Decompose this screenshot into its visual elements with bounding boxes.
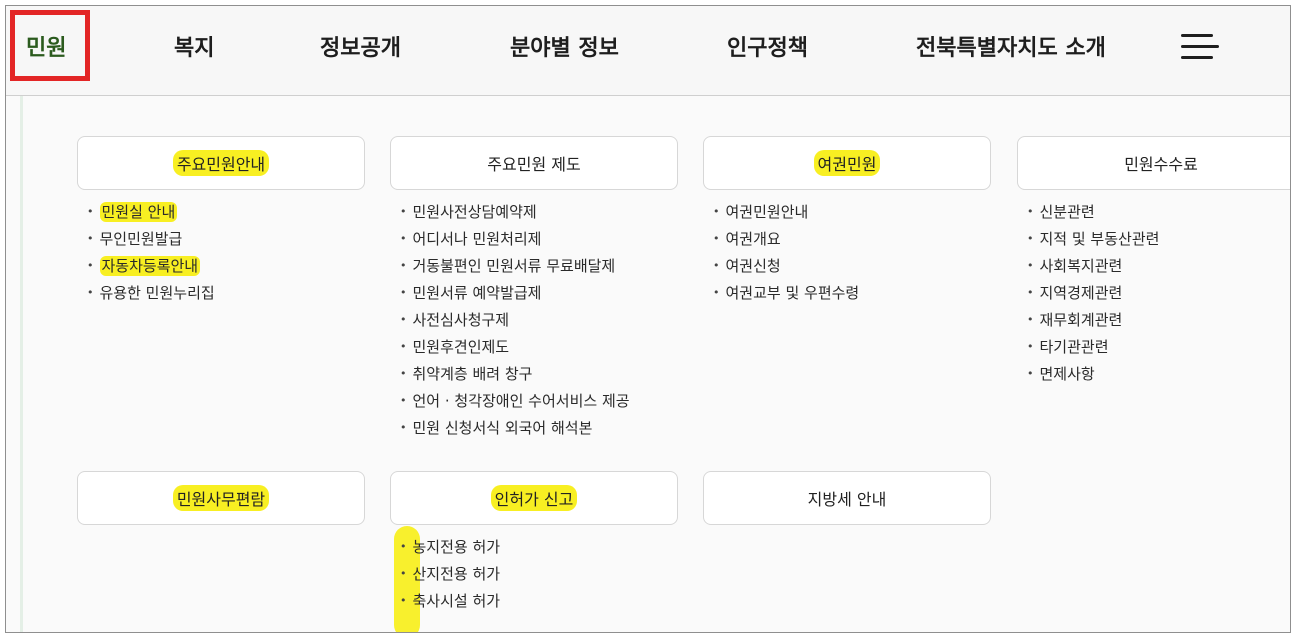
list-permits-reports: 농지전용 허가 산지전용 허가 축사시설 허가	[400, 533, 501, 614]
category-title: 주요민원안내	[172, 150, 270, 176]
list-item[interactable]: 농지전용 허가	[400, 533, 501, 560]
mega-menu-panel: 주요민원안내 주요민원 제도 여권민원 민원수수료 민원실 안내 무인민원발급 …	[6, 96, 1290, 632]
list-item[interactable]: 지적 및 부동산관련	[1027, 225, 1160, 252]
category-permits-reports[interactable]: 인허가 신고	[390, 471, 678, 525]
list-item[interactable]: 여권개요	[713, 225, 859, 252]
list-item[interactable]: 언어 · 청각장애인 수어서비스 제공	[400, 387, 630, 414]
list-major-civil-guide: 민원실 안내 무인민원발급 자동차등록안내 유용한 민원누리집	[87, 198, 215, 306]
list-item[interactable]: 어디서나 민원처리제	[400, 225, 630, 252]
list-item[interactable]: 민원후견인제도	[400, 333, 630, 360]
category-title: 여권민원	[813, 150, 881, 176]
nav-item-population-policy[interactable]: 인구정책	[727, 30, 808, 62]
nav-item-welfare[interactable]: 복지	[174, 30, 214, 62]
list-item[interactable]: 민원사전상담예약제	[400, 198, 630, 225]
list-item[interactable]: 산지전용 허가	[400, 560, 501, 587]
list-item[interactable]: 지역경제관련	[1027, 279, 1159, 306]
category-title: 지방세 안내	[807, 490, 887, 509]
category-civil-fees[interactable]: 민원수수료	[1017, 136, 1290, 190]
panel-left-border	[20, 96, 23, 632]
list-item[interactable]: 타기관관련	[1027, 333, 1159, 360]
list-item[interactable]: 자동차등록안내	[87, 252, 215, 279]
list-civil-fees: 신분관련 지적 및 부동산관련 사회복지관련 지역경제관련 재무회계관련 타기관…	[1027, 198, 1160, 387]
list-item[interactable]: 여권신청	[713, 252, 859, 279]
list-item[interactable]: 면제사항	[1027, 360, 1159, 387]
category-passport[interactable]: 여권민원	[703, 136, 991, 190]
top-navigation: 민원 복지 정보공개 분야별 정보 인구정책 전북특별자치도 소개	[6, 6, 1290, 96]
list-item[interactable]: 무인민원발급	[87, 225, 215, 252]
category-local-tax[interactable]: 지방세 안내	[703, 471, 991, 525]
list-item[interactable]: 유용한 민원누리집	[87, 279, 215, 306]
list-passport: 여권민원안내 여권개요 여권신청 여권교부 및 우편수령	[713, 198, 860, 306]
nav-item-info-disclosure[interactable]: 정보공개	[320, 30, 401, 62]
list-item[interactable]: 민원 신청서식 외국어 해석본	[400, 414, 630, 441]
list-item[interactable]: 축사시설 허가	[400, 587, 501, 614]
category-title: 민원사무편람	[172, 485, 270, 511]
list-civil-systems: 민원사전상담예약제 어디서나 민원처리제 거동불편인 민원서류 무료배달제 민원…	[400, 198, 630, 441]
category-civil-systems[interactable]: 주요민원 제도	[390, 136, 678, 190]
list-item[interactable]: 사회복지관련	[1027, 252, 1159, 279]
nav-item-field-info[interactable]: 분야별 정보	[510, 30, 619, 62]
category-title: 인허가 신고	[490, 485, 578, 511]
list-item[interactable]: 여권교부 및 우편수령	[713, 279, 860, 306]
annotation-highlight-box	[10, 10, 90, 81]
category-title: 주요민원 제도	[487, 155, 581, 174]
list-item[interactable]: 민원실 안내	[87, 198, 215, 225]
nav-item-province-intro[interactable]: 전북특별자치도 소개	[916, 30, 1106, 62]
list-item[interactable]: 재무회계관련	[1027, 306, 1159, 333]
list-item[interactable]: 신분관련	[1027, 198, 1159, 225]
browser-viewport: 민원 복지 정보공개 분야별 정보 인구정책 전북특별자치도 소개 주요민원안내…	[5, 5, 1291, 633]
list-item[interactable]: 사전심사청구제	[400, 306, 630, 333]
category-major-civil-guide[interactable]: 주요민원안내	[77, 136, 365, 190]
list-item[interactable]: 거동불편인 민원서류 무료배달제	[400, 252, 630, 279]
category-title: 민원수수료	[1124, 155, 1198, 174]
category-civil-manual[interactable]: 민원사무편람	[77, 471, 365, 525]
list-item[interactable]: 여권민원안내	[713, 198, 859, 225]
hamburger-menu-icon[interactable]	[1181, 34, 1221, 64]
list-item[interactable]: 민원서류 예약발급제	[400, 279, 630, 306]
list-item[interactable]: 취약계층 배려 창구	[400, 360, 630, 387]
